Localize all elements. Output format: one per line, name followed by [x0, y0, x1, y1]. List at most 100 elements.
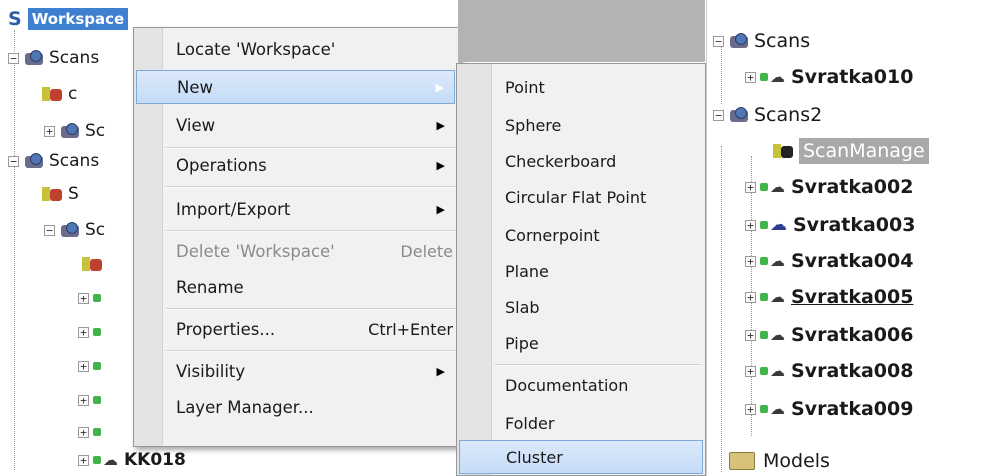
expand-toggle-icon[interactable]: + — [44, 125, 55, 137]
expand-toggle-icon[interactable]: + — [745, 403, 756, 415]
menu-separator — [495, 364, 701, 366]
menu-item-view[interactable]: View ▶ — [136, 108, 455, 142]
tree-node-svratka008[interactable]: + ☁ Svratka008 — [745, 356, 913, 386]
tree-node-svratka010[interactable]: + ☁ Svratka010 — [745, 62, 913, 92]
tree-node-scan[interactable]: + Sc — [44, 117, 105, 145]
submenu-item-slab[interactable]: Slab — [459, 290, 703, 324]
collapse-toggle-icon[interactable]: − — [713, 109, 724, 121]
tree-node-kk018[interactable]: + ☁ KK018 — [78, 446, 186, 474]
collapse-toggle-icon[interactable]: − — [8, 52, 19, 64]
menu-item-label: Operations — [176, 155, 267, 175]
menu-item-label: Pipe — [505, 333, 539, 353]
menu-item-properties[interactable]: Properties... Ctrl+Enter — [136, 312, 455, 346]
tree-node-scans2[interactable]: − Scans2 — [713, 100, 822, 130]
menu-item-delete-workspace[interactable]: Delete 'Workspace' Delete — [136, 234, 455, 268]
submenu-item-checkerboard[interactable]: Checkerboard — [459, 144, 703, 178]
menu-item-label: Properties... — [176, 319, 276, 339]
menu-item-label: Cluster — [506, 447, 563, 467]
expand-toggle-icon[interactable]: + — [78, 292, 89, 304]
menu-item-layer-manager[interactable]: Layer Manager... — [136, 390, 455, 424]
menu-item-locate-workspace[interactable]: Locate 'Workspace' — [136, 32, 455, 66]
workspace-label[interactable]: Workspace — [27, 8, 129, 30]
submenu-arrow-icon: ▶ — [436, 118, 445, 132]
point-cloud-icon: ☁ — [103, 451, 118, 469]
expand-toggle-icon[interactable]: + — [78, 394, 89, 406]
menu-item-rename[interactable]: Rename — [136, 270, 455, 304]
submenu-item-sphere[interactable]: Sphere — [459, 108, 703, 142]
submenu-item-plane[interactable]: Plane — [459, 254, 703, 288]
scanner-icon — [59, 122, 81, 140]
expand-toggle-icon[interactable]: + — [745, 71, 756, 83]
menu-item-label: Import/Export — [176, 199, 291, 219]
point-cloud-icon: ☁ — [770, 178, 785, 196]
tree-node-svratka009[interactable]: + ☁ Svratka009 — [745, 394, 913, 424]
menu-item-import-export[interactable]: Import/Export ▶ — [136, 192, 455, 226]
menu-item-label: Visibility — [176, 361, 246, 381]
tree-node-scans[interactable]: − Scans — [8, 147, 99, 175]
status-dot-icon — [760, 331, 768, 339]
menu-separator — [166, 230, 456, 232]
submenu-item-documentation[interactable]: Documentation — [459, 368, 703, 402]
tree-node-svratka003[interactable]: + ☁ Svratka003 — [745, 210, 915, 240]
tree-node-svratka004[interactable]: + ☁ Svratka004 — [745, 246, 913, 276]
tree-node-svratka002[interactable]: + ☁ Svratka002 — [745, 172, 913, 202]
submenu-item-pipe[interactable]: Pipe — [459, 326, 703, 360]
tree-node-label: c — [68, 84, 78, 104]
tree-node-models[interactable]: Models — [729, 446, 830, 476]
menu-item-operations[interactable]: Operations ▶ — [136, 148, 455, 182]
point-cloud-icon: ☁ — [770, 400, 785, 418]
tree-node-label: Svratka006 — [791, 324, 914, 346]
menu-item-label: New — [177, 77, 213, 97]
expand-toggle-icon[interactable]: + — [745, 291, 756, 303]
menu-item-label: Cornerpoint — [505, 225, 600, 245]
tree-node-scan[interactable]: − Sc — [44, 216, 105, 244]
tree-node-label: Scans — [49, 151, 100, 171]
menu-item-shortcut: Ctrl+Enter — [368, 319, 453, 339]
collapse-toggle-icon[interactable]: − — [8, 155, 19, 167]
menu-item-new[interactable]: New ▶ — [136, 70, 455, 104]
expand-toggle-icon[interactable]: + — [745, 365, 756, 377]
tree-node-svratka005[interactable]: + ☁ Svratka005 — [745, 282, 913, 312]
expand-toggle-icon[interactable]: + — [745, 255, 756, 267]
tree-node-item[interactable] — [82, 250, 108, 278]
tree-node-svratka006[interactable]: + ☁ Svratka006 — [745, 320, 913, 350]
right-project-tree: − Scans + ☁ Svratka010 − Scans2 ScanMana… — [706, 0, 1001, 476]
submenu-item-point[interactable]: Point — [459, 70, 703, 104]
expand-toggle-icon[interactable]: + — [78, 326, 89, 338]
tree-node-cloud[interactable]: + — [78, 386, 103, 414]
status-dot-icon — [760, 257, 768, 265]
status-dot-icon — [93, 362, 101, 370]
expand-toggle-icon[interactable]: + — [745, 329, 756, 341]
point-cloud-icon: ☁ — [770, 326, 785, 344]
menu-item-label: Documentation — [505, 375, 629, 395]
tree-node-label: Models — [763, 450, 830, 472]
status-dot-icon — [93, 396, 101, 404]
collapse-toggle-icon[interactable]: − — [44, 224, 55, 236]
menu-item-visibility[interactable]: Visibility ▶ — [136, 354, 455, 388]
scan-manager-icon — [773, 141, 795, 161]
tree-node-cloud[interactable]: + — [78, 284, 103, 312]
submenu-item-cluster[interactable]: Cluster — [459, 440, 703, 474]
workspace-node[interactable]: S Workspace — [8, 6, 129, 32]
tree-node-scans[interactable]: − Scans — [8, 44, 99, 72]
expand-toggle-icon[interactable]: + — [78, 426, 89, 438]
expand-toggle-icon[interactable]: + — [78, 360, 89, 372]
status-dot-icon — [760, 183, 768, 191]
menu-separator — [166, 308, 456, 310]
submenu-item-circular-flat-point[interactable]: Circular Flat Point — [459, 180, 703, 214]
tree-node-cloud[interactable]: + — [78, 352, 103, 380]
expand-toggle-icon[interactable]: + — [745, 219, 756, 231]
tree-node-cloud[interactable]: + — [78, 318, 103, 346]
expand-toggle-icon[interactable]: + — [745, 181, 756, 193]
collapse-toggle-icon[interactable]: − — [713, 35, 724, 47]
expand-toggle-icon[interactable]: + — [78, 454, 89, 466]
submenu-item-cornerpoint[interactable]: Cornerpoint — [459, 218, 703, 252]
scan-manager-icon — [42, 184, 64, 204]
scan-manager-icon — [42, 84, 64, 104]
tree-node-scanmanager[interactable]: ScanManage — [773, 136, 929, 166]
tree-node-scan-manager[interactable]: c — [42, 80, 77, 108]
tree-node-scans[interactable]: − Scans — [713, 26, 810, 56]
submenu-item-folder[interactable]: Folder — [459, 406, 703, 440]
tree-node-scan-manager[interactable]: S — [42, 180, 79, 208]
tree-node-cloud[interactable]: + — [78, 418, 103, 446]
